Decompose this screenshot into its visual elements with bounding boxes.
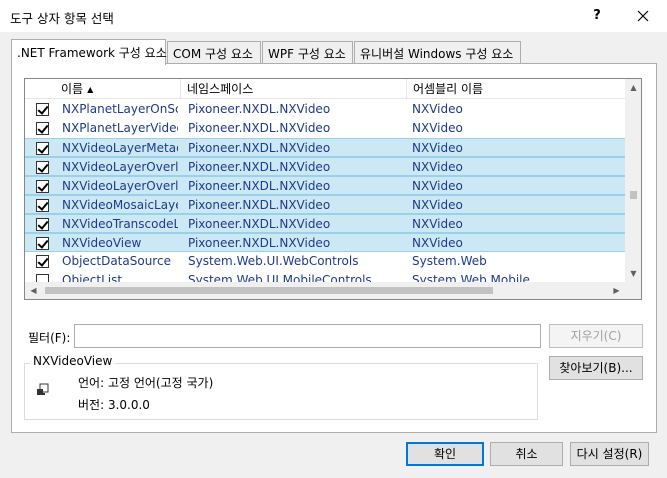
- item-assembly: NXVideo: [412, 121, 463, 135]
- list-item[interactable]: NXVideoMosaicLayer Pixoneer.NXDL.NXVideo N…: [25, 195, 625, 214]
- tab-universal-windows[interactable]: 유니버설 Windows 구성 요소: [354, 41, 521, 63]
- checkbox-checked[interactable]: [36, 237, 49, 250]
- item-assembly: NXVideo: [412, 102, 463, 116]
- horizontal-scroll-thumb[interactable]: [45, 287, 493, 294]
- close-icon: [637, 10, 649, 22]
- list-item[interactable]: NXPlanetLayerVideo Pixoneer.NXDL.NXVideo N…: [25, 119, 625, 138]
- item-assembly: NXVideo: [412, 179, 463, 193]
- cancel-button[interactable]: 취소: [490, 442, 563, 466]
- component-list[interactable]: 이름▲ 네임스페이스 어셈블리 이름 NXPlanetLayerOnScre Pi…: [24, 78, 642, 300]
- filter-label: 필터(F):: [28, 331, 71, 345]
- item-name: NXVideoView: [62, 236, 142, 250]
- column-header-namespace[interactable]: 네임스페이스: [181, 79, 407, 99]
- window-title: 도구 상자 항목 선택: [10, 11, 114, 26]
- list-item[interactable]: NXVideoView Pixoneer.NXDL.NXVideo NXVideo: [25, 233, 625, 252]
- column-header-name[interactable]: 이름 ▲: [55, 79, 181, 99]
- list-item[interactable]: NXVideoLayerOverlay Pixoneer.NXDL.NXVideo…: [25, 157, 625, 176]
- item-namespace: Pixoneer.NXDL.NXVideo: [188, 160, 331, 174]
- item-namespace: Pixoneer.NXDL.NXVideo: [188, 141, 331, 155]
- item-name: NXVideoLayerOverlay: [62, 160, 178, 174]
- version-info: 버전: 3.0.0.0: [78, 398, 150, 412]
- language-info: 언어: 고정 언어(고정 국가): [78, 376, 214, 390]
- item-name: NXVideoLayerOverlay: [62, 179, 178, 193]
- item-namespace: Pixoneer.NXDL.NXVideo: [188, 236, 331, 250]
- filter-input[interactable]: [74, 324, 541, 348]
- sort-ascending-icon: ▲: [87, 85, 94, 94]
- scrollbar-corner: [625, 282, 641, 299]
- tab-net-framework[interactable]: .NET Framework 구성 요소: [11, 39, 167, 65]
- item-name: NXVideoLayerMetada: [62, 141, 178, 155]
- column-header-assembly[interactable]: 어셈블리 이름: [407, 79, 625, 99]
- horizontal-scrollbar[interactable]: ◀ ▶: [25, 282, 625, 299]
- checkbox-checked[interactable]: [36, 180, 49, 193]
- help-button[interactable]: ?: [585, 4, 609, 28]
- item-namespace: Pixoneer.NXDL.NXVideo: [188, 121, 331, 135]
- list-item[interactable]: NXVideoLayerMetada Pixoneer.NXDL.NXVideo N…: [25, 138, 625, 157]
- ok-button[interactable]: 확인: [406, 442, 484, 466]
- tab-com[interactable]: COM 구성 요소: [167, 41, 261, 63]
- item-namespace: Pixoneer.NXDL.NXVideo: [188, 102, 331, 116]
- list-item[interactable]: ObjectDataSource System.Web.UI.WebControl…: [25, 252, 625, 271]
- list-item[interactable]: NXVideoLayerOverlay Pixoneer.NXDL.NXVideo…: [25, 176, 625, 195]
- checkbox-checked[interactable]: [36, 199, 49, 212]
- scroll-left-icon[interactable]: ◀: [25, 282, 42, 299]
- scroll-up-icon[interactable]: ▲: [625, 79, 641, 96]
- checkbox-checked[interactable]: [36, 122, 49, 135]
- item-assembly: NXVideo: [412, 217, 463, 231]
- scroll-right-icon[interactable]: ▶: [608, 282, 625, 299]
- item-assembly: NXVideo: [412, 198, 463, 212]
- item-namespace: Pixoneer.NXDL.NXVideo: [188, 217, 331, 231]
- item-assembly: NXVideo: [412, 236, 463, 250]
- item-name: NXVideoTranscodeLay: [62, 217, 178, 231]
- component-icon: [36, 383, 50, 397]
- item-assembly: NXVideo: [412, 141, 463, 155]
- item-name: NXVideoMosaicLayer: [62, 198, 178, 212]
- checkbox-checked[interactable]: [36, 161, 49, 174]
- checkbox-checked[interactable]: [36, 255, 49, 268]
- clear-button[interactable]: 지우기(C): [549, 324, 643, 348]
- reset-button[interactable]: 다시 설정(R): [570, 442, 649, 466]
- item-assembly: NXVideo: [412, 160, 463, 174]
- checkbox-checked[interactable]: [36, 103, 49, 116]
- list-header: 이름 ▲ 네임스페이스 어셈블리 이름: [25, 79, 625, 99]
- vertical-scrollbar[interactable]: ▲ ▼: [625, 79, 641, 282]
- browse-button[interactable]: 찾아보기(B)...: [549, 356, 643, 380]
- item-namespace: Pixoneer.NXDL.NXVideo: [188, 198, 331, 212]
- item-assembly: System.Web: [412, 254, 487, 268]
- item-name: ObjectDataSource: [62, 254, 171, 268]
- list-item[interactable]: NXPlanetLayerOnScre Pixoneer.NXDL.NXVideo…: [25, 100, 625, 119]
- tab-wpf[interactable]: WPF 구성 요소: [262, 41, 353, 63]
- details-title: NXVideoView: [30, 354, 116, 368]
- checkbox-checked[interactable]: [36, 218, 49, 231]
- item-name: NXPlanetLayerVideo: [62, 121, 178, 135]
- close-button[interactable]: [629, 4, 657, 28]
- vertical-scroll-thumb[interactable]: [630, 191, 637, 199]
- item-namespace: System.Web.UI.WebControls: [188, 254, 359, 268]
- scroll-down-icon[interactable]: ▼: [625, 265, 641, 282]
- item-namespace: Pixoneer.NXDL.NXVideo: [188, 179, 331, 193]
- checkbox-checked[interactable]: [36, 142, 49, 155]
- list-item[interactable]: NXVideoTranscodeLay Pixoneer.NXDL.NXVideo…: [25, 214, 625, 233]
- item-name: NXPlanetLayerOnScre: [62, 102, 178, 116]
